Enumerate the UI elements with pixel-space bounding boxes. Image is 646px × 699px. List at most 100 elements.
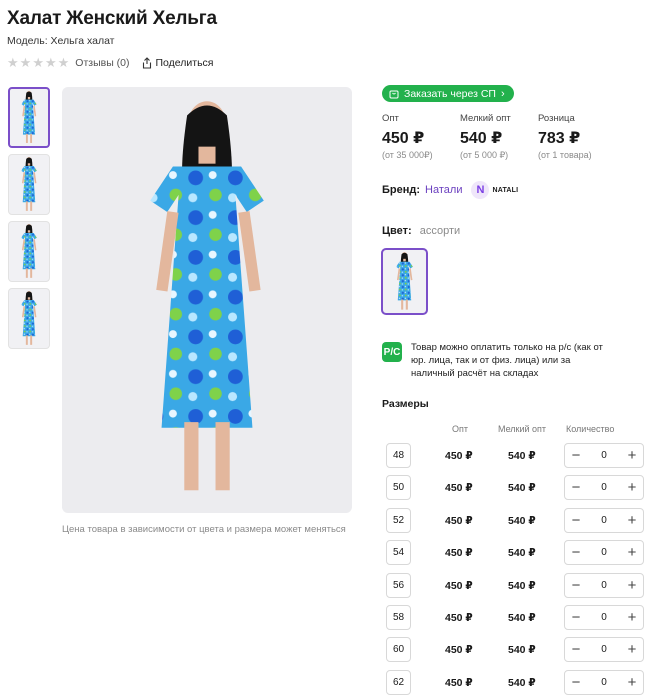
size-price-small-opt: 540 ₽	[508, 677, 536, 689]
brand-logo-letter: N	[476, 184, 485, 196]
brand-logo-text: NATALI	[492, 186, 519, 194]
size-row: 62 450 ₽ 540 ₽ − 0 +	[386, 670, 644, 696]
size-option[interactable]: 52	[386, 508, 411, 533]
quantity-stepper: − 0 +	[564, 605, 644, 630]
color-value: ассорти	[419, 225, 461, 237]
quantity-value[interactable]: 0	[601, 612, 607, 623]
size-price-opt: 450 ₽	[445, 547, 473, 559]
quantity-value[interactable]: 0	[601, 482, 607, 493]
plus-icon[interactable]: +	[625, 513, 639, 528]
size-row: 54 450 ₽ 540 ₽ − 0 +	[386, 540, 644, 566]
payment-text: Товар можно оплатить только на р/с (как …	[411, 342, 603, 379]
payment-info: Р/С Товар можно оплатить только на р/с (…	[382, 341, 611, 380]
price-tier-condition: (от 5 000 ₽)	[460, 150, 509, 160]
size-price-opt: 450 ₽	[445, 612, 473, 624]
minus-icon[interactable]: −	[569, 642, 583, 657]
size-price-small-opt: 540 ₽	[508, 482, 536, 494]
price-tiers: Опт 450 ₽ (от 35 000₽) Мелкий опт 540 ₽ …	[382, 113, 616, 161]
price-tier-value: 540 ₽	[460, 130, 503, 147]
size-option[interactable]: 48	[386, 443, 411, 468]
minus-icon[interactable]: −	[569, 675, 583, 690]
color-label: Цвет:	[382, 225, 412, 237]
quantity-stepper: − 0 +	[564, 670, 644, 695]
thumbnail-image[interactable]	[8, 288, 50, 349]
minus-icon[interactable]: −	[569, 480, 583, 495]
price-tier-opt: Опт 450 ₽ (от 35 000₽)	[382, 113, 460, 161]
product-main-image[interactable]	[62, 87, 352, 513]
size-price-small-opt: 540 ₽	[508, 644, 536, 656]
quantity-value[interactable]: 0	[601, 580, 607, 591]
plus-icon[interactable]: +	[625, 578, 639, 593]
color-swatch[interactable]	[381, 248, 428, 315]
minus-icon[interactable]: −	[569, 448, 583, 463]
plus-icon[interactable]: +	[625, 610, 639, 625]
size-option[interactable]: 54	[386, 540, 411, 565]
minus-icon[interactable]: −	[569, 610, 583, 625]
share-icon	[142, 56, 151, 69]
sizes-header-qty: Количество	[566, 424, 615, 434]
star-icon: ★	[32, 55, 44, 70]
bank-transfer-icon: Р/С	[382, 342, 402, 362]
size-price-small-opt: 540 ₽	[508, 580, 536, 592]
price-tier-label: Мелкий опт	[460, 113, 511, 124]
price-tier-value: 450 ₽	[382, 130, 425, 147]
quantity-stepper: − 0 +	[564, 540, 644, 565]
size-row: 56 450 ₽ 540 ₽ − 0 +	[386, 573, 644, 599]
quantity-value[interactable]: 0	[601, 515, 607, 526]
size-price-opt: 450 ₽	[445, 482, 473, 494]
product-model: Модель: Хельга халат	[7, 35, 115, 47]
size-option[interactable]: 50	[386, 475, 411, 500]
size-price-opt: 450 ₽	[445, 677, 473, 689]
price-note: Цена товара в зависимости от цвета и раз…	[62, 524, 346, 535]
brand-logo[interactable]: N	[471, 181, 490, 199]
size-price-small-opt: 540 ₽	[508, 450, 536, 462]
price-tier-small-opt: Мелкий опт 540 ₽ (от 5 000 ₽)	[460, 113, 538, 161]
reviews-link[interactable]: Отзывы (0)	[75, 57, 129, 69]
minus-icon[interactable]: −	[569, 513, 583, 528]
size-row: 52 450 ₽ 540 ₽ − 0 +	[386, 508, 644, 534]
rating-stars[interactable]: ★ ★ ★ ★ ★	[7, 56, 69, 69]
thumbnail-image[interactable]	[8, 87, 50, 148]
plus-icon[interactable]: +	[625, 448, 639, 463]
star-icon: ★	[57, 55, 70, 70]
quantity-value[interactable]: 0	[601, 547, 607, 558]
star-icon: ★	[7, 55, 19, 70]
share-button[interactable]: Поделиться	[142, 56, 214, 69]
thumbnail-list	[8, 87, 50, 349]
size-row: 60 450 ₽ 540 ₽ − 0 +	[386, 637, 644, 663]
size-row: 48 450 ₽ 540 ₽ − 0 +	[386, 443, 644, 469]
bag-icon	[389, 90, 399, 98]
size-row: 58 450 ₽ 540 ₽ − 0 +	[386, 605, 644, 631]
size-price-small-opt: 540 ₽	[508, 612, 536, 624]
plus-icon[interactable]: +	[625, 480, 639, 495]
order-label: Заказать через СП	[404, 87, 496, 100]
price-tier-label: Розница	[538, 113, 575, 124]
size-price-small-opt: 540 ₽	[508, 515, 536, 527]
size-price-opt: 450 ₽	[445, 515, 473, 527]
size-option[interactable]: 60	[386, 637, 411, 662]
minus-icon[interactable]: −	[569, 578, 583, 593]
price-tier-condition: (от 1 товара)	[538, 150, 592, 160]
sizes-title: Размеры	[382, 398, 429, 410]
size-option[interactable]: 56	[386, 573, 411, 598]
size-option[interactable]: 62	[386, 670, 411, 695]
minus-icon[interactable]: −	[569, 545, 583, 560]
price-tier-label: Опт	[382, 113, 399, 124]
quantity-value[interactable]: 0	[601, 450, 607, 461]
size-price-opt: 450 ₽	[445, 580, 473, 592]
thumbnail-image[interactable]	[8, 154, 50, 215]
order-sp-button[interactable]: Заказать через СП ›	[382, 85, 514, 102]
quantity-value[interactable]: 0	[601, 677, 607, 688]
chevron-right-icon: ›	[500, 87, 505, 100]
size-price-small-opt: 540 ₽	[508, 547, 536, 559]
color-row: Цвет: ассорти	[382, 225, 460, 237]
share-label: Поделиться	[155, 56, 214, 69]
quantity-value[interactable]: 0	[601, 644, 607, 655]
plus-icon[interactable]: +	[625, 642, 639, 657]
plus-icon[interactable]: +	[625, 675, 639, 690]
price-tier-condition: (от 35 000₽)	[382, 150, 433, 160]
thumbnail-image[interactable]	[8, 221, 50, 282]
size-option[interactable]: 58	[386, 605, 411, 630]
brand-link[interactable]: Натали	[425, 184, 462, 196]
plus-icon[interactable]: +	[625, 545, 639, 560]
